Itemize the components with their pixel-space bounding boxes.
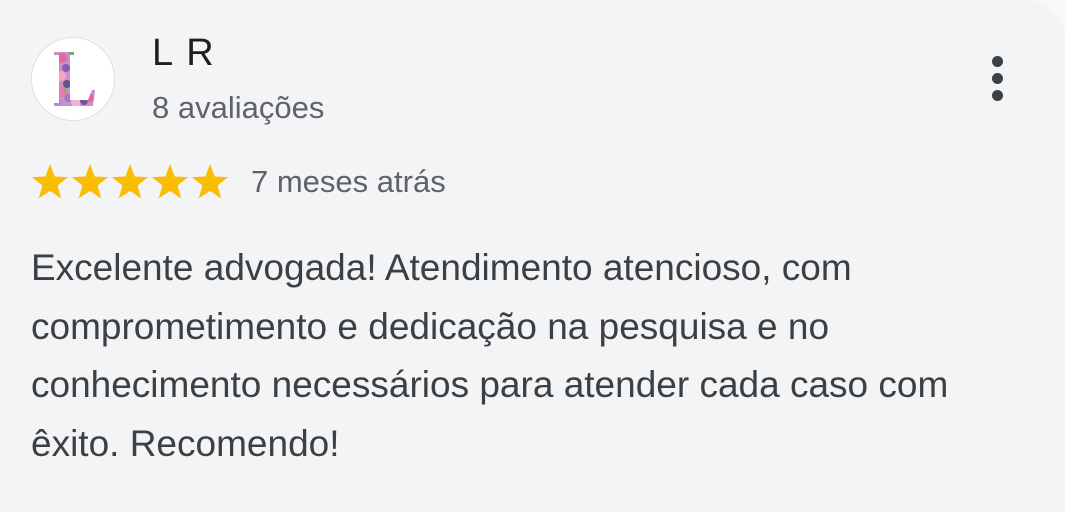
author-avatar[interactable] bbox=[31, 37, 115, 121]
author-name[interactable]: L R bbox=[152, 30, 216, 76]
review-date: 7 meses atrás bbox=[251, 164, 446, 199]
star-icon bbox=[151, 164, 189, 199]
author-review-count: 8 avaliações bbox=[152, 90, 325, 125]
rating-row: 7 meses atrás bbox=[31, 160, 446, 204]
star-icon bbox=[111, 164, 149, 199]
more-vert-icon bbox=[991, 55, 1003, 67]
more-vert-icon-dot bbox=[991, 89, 1003, 101]
star-icon bbox=[191, 164, 229, 199]
review-text: Excelente advogada! Atendimento atencios… bbox=[31, 247, 949, 464]
star-icon bbox=[31, 164, 69, 199]
floral-letter-avatar-icon bbox=[32, 38, 114, 120]
review-card: L R 8 avaliações 7 meses atrás Excelente… bbox=[0, 0, 1065, 512]
star-icon bbox=[71, 164, 109, 199]
more-vert-icon-dot bbox=[991, 72, 1003, 84]
more-options-button[interactable] bbox=[972, 48, 1022, 108]
star-rating bbox=[31, 163, 229, 201]
